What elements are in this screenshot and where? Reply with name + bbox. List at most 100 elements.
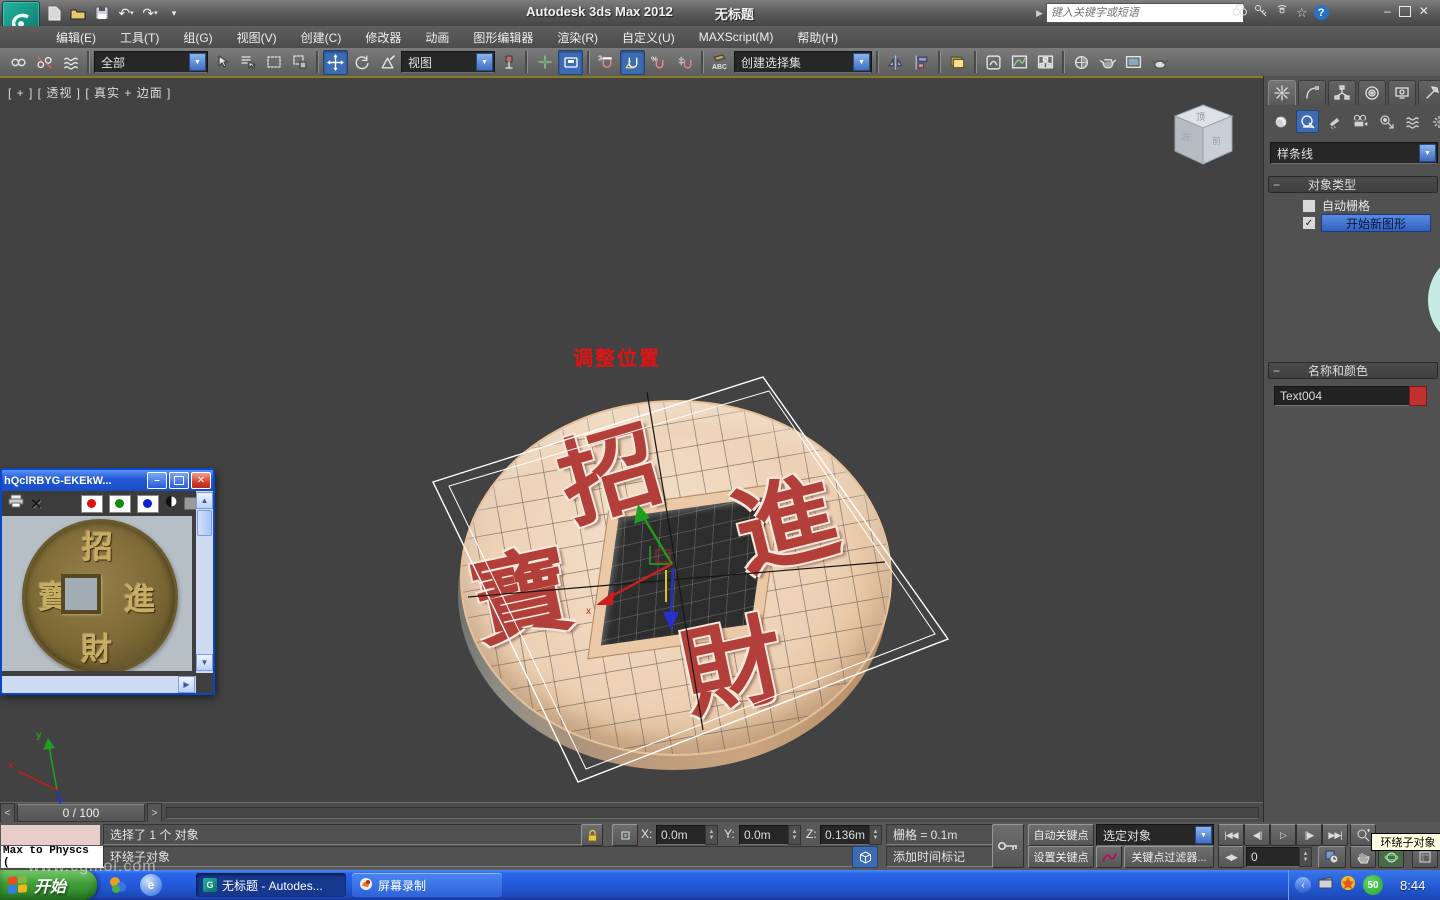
object-type-rollout[interactable]: − 对象类型 <box>1268 176 1438 193</box>
menu-maxscript[interactable]: MAXScript(M) <box>687 27 786 47</box>
scroll-right-icon[interactable]: ▶ <box>178 676 195 693</box>
menu-tools[interactable]: 工具(T) <box>108 26 171 49</box>
window-crossing-icon[interactable] <box>287 50 312 75</box>
menu-modifiers[interactable]: 修改器 <box>353 26 413 49</box>
undo-icon[interactable]: ↶ ▾ <box>116 3 136 23</box>
render-setup-icon[interactable] <box>1095 50 1120 75</box>
tray-shield-icon[interactable] <box>1340 875 1356 896</box>
maxscript-mini-listener-pink[interactable] <box>0 824 101 846</box>
new-file-icon[interactable] <box>44 3 64 23</box>
spacewarps-icon[interactable] <box>1402 111 1423 132</box>
absolute-offset-toggle[interactable] <box>612 824 638 846</box>
qat-customize-icon[interactable]: ▾ <box>164 3 184 23</box>
key-filters-button[interactable]: 关键点过滤器... <box>1124 846 1214 868</box>
next-frame-button[interactable]: ||▶ <box>1296 824 1322 846</box>
view-cube[interactable]: 顶 左 前 <box>1173 104 1234 165</box>
default-in-out-tangents-button[interactable] <box>1096 846 1122 868</box>
auto-key-button[interactable]: 自动关键点 <box>1028 824 1094 846</box>
y-spinner[interactable]: ▲ ▼ <box>788 825 801 845</box>
selection-filter-dropdown[interactable]: 全部 ▼ <box>94 51 208 73</box>
time-slider-handle[interactable]: 0 / 100 <box>17 804 145 822</box>
scroll-thumb[interactable] <box>197 510 212 536</box>
keyboard-override-icon[interactable] <box>558 49 583 75</box>
go-to-end-button[interactable]: ▶▶| <box>1322 824 1348 846</box>
select-rotate-icon[interactable] <box>349 50 374 75</box>
start-new-shape-checkbox[interactable]: ✓ <box>1302 216 1316 230</box>
dropdown-arrow-icon[interactable]: ▼ <box>1419 144 1436 162</box>
select-by-name-icon[interactable] <box>235 50 260 75</box>
player-image[interactable]: 招 進 寶 財 <box>2 516 192 671</box>
select-scale-icon[interactable] <box>375 50 400 75</box>
shape-category-dropdown[interactable]: 样条线 ▼ <box>1270 142 1438 164</box>
next-frame-button[interactable]: > <box>147 803 162 823</box>
name-color-rollout[interactable]: − 名称和颜色 <box>1268 362 1438 379</box>
dropdown-arrow-icon[interactable]: ▼ <box>189 53 206 71</box>
dropdown-arrow-icon[interactable]: ▼ <box>476 53 493 71</box>
task-3dsmax[interactable]: G 无标题 - Autodes... <box>196 873 346 897</box>
tab-utilities[interactable] <box>1418 80 1440 105</box>
viewcube-top-label[interactable]: 顶 <box>1196 112 1205 122</box>
delete-icon[interactable]: ✕ <box>30 495 43 513</box>
tab-create[interactable] <box>1268 80 1296 105</box>
prev-frame-button[interactable]: < <box>0 803 15 823</box>
object-name-field[interactable]: Text004 <box>1274 386 1412 406</box>
tray-collapse-icon[interactable]: ‹ <box>1295 877 1311 893</box>
systems-icon[interactable] <box>1428 111 1440 132</box>
favorites-star-icon[interactable]: ☆ <box>1296 5 1308 21</box>
cameras-icon[interactable] <box>1350 111 1371 132</box>
object-color-swatch[interactable] <box>1409 386 1427 406</box>
helpers-icon[interactable] <box>1376 111 1397 132</box>
red-channel-button[interactable] <box>80 494 103 513</box>
select-manipulate-icon[interactable] <box>532 50 557 75</box>
render-production-icon[interactable] <box>1147 50 1172 75</box>
percent-snap-icon[interactable]: % <box>646 50 671 75</box>
key-mode-toggle[interactable]: ◀▶ <box>1218 846 1244 868</box>
redo-icon[interactable]: ↷ ▾ <box>140 3 160 23</box>
search-binoculars-icon[interactable] <box>1232 3 1248 22</box>
blue-channel-button[interactable] <box>136 494 159 513</box>
material-editor-icon[interactable] <box>1069 50 1094 75</box>
named-selection-sets-dropdown[interactable]: 创建选择集 ▼ <box>734 51 872 73</box>
time-configuration-button[interactable] <box>1318 846 1346 868</box>
scroll-down-icon[interactable]: ▼ <box>196 654 213 671</box>
menu-graph-editors[interactable]: 图形编辑器 <box>461 26 545 49</box>
task-screen-record[interactable]: 屏幕录制 <box>352 873 502 897</box>
open-file-icon[interactable] <box>68 3 88 23</box>
save-file-icon[interactable] <box>92 3 112 23</box>
tray-cpu-badge[interactable]: 50 <box>1363 875 1383 895</box>
quicklaunch-browser-icon[interactable]: e <box>140 874 162 896</box>
snap-toggle-3d-icon[interactable]: 3 <box>594 50 619 75</box>
select-link-icon[interactable] <box>6 50 31 75</box>
menu-help[interactable]: 帮助(H) <box>785 26 850 49</box>
unlink-icon[interactable] <box>32 50 57 75</box>
contrast-icon[interactable] <box>165 495 178 513</box>
go-to-start-button[interactable]: |◀◀ <box>1218 824 1244 846</box>
player-title-bar[interactable]: hQclRBYG-EKEkW... – ✕ <box>2 470 213 491</box>
close-button[interactable]: ✕ <box>1419 4 1429 18</box>
start-new-shape-button[interactable]: 开始新图形 <box>1321 214 1431 232</box>
use-pivot-center-icon[interactable] <box>496 50 521 75</box>
align-icon[interactable] <box>909 50 934 75</box>
layer-manager-icon[interactable] <box>945 50 970 75</box>
curve-editor-icon[interactable] <box>1007 50 1032 75</box>
communication-center-icon[interactable] <box>1275 3 1290 22</box>
dropdown-arrow-icon[interactable]: ▼ <box>853 53 870 71</box>
add-time-tag[interactable]: 添加时间标记 <box>886 846 1000 867</box>
quicklaunch-media-icon[interactable] <box>108 875 128 900</box>
player-horizontal-scrollbar[interactable]: ▶ <box>2 676 196 693</box>
tab-motion[interactable] <box>1358 80 1386 105</box>
reference-coordinate-dropdown[interactable]: 视图 ▼ <box>401 51 495 73</box>
subscription-key-icon[interactable] <box>1254 3 1269 22</box>
viewcube-front-label[interactable]: 前 <box>1212 135 1221 146</box>
rectangular-selection-icon[interactable] <box>261 50 286 75</box>
x-spinner[interactable]: ▲ ▼ <box>705 825 718 845</box>
menu-create[interactable]: 创建(C) <box>289 26 354 49</box>
rendered-frame-icon[interactable] <box>1121 50 1146 75</box>
green-channel-button[interactable] <box>108 494 131 513</box>
autogrid-checkbox[interactable] <box>1302 198 1316 213</box>
menu-views[interactable]: 视图(V) <box>225 26 289 49</box>
help-icon[interactable]: ? <box>1313 5 1329 20</box>
geometry-icon[interactable] <box>1270 111 1291 132</box>
key-selection-dropdown[interactable]: 选定对象 ▼ <box>1096 824 1214 846</box>
selection-lock-button[interactable] <box>581 824 603 846</box>
